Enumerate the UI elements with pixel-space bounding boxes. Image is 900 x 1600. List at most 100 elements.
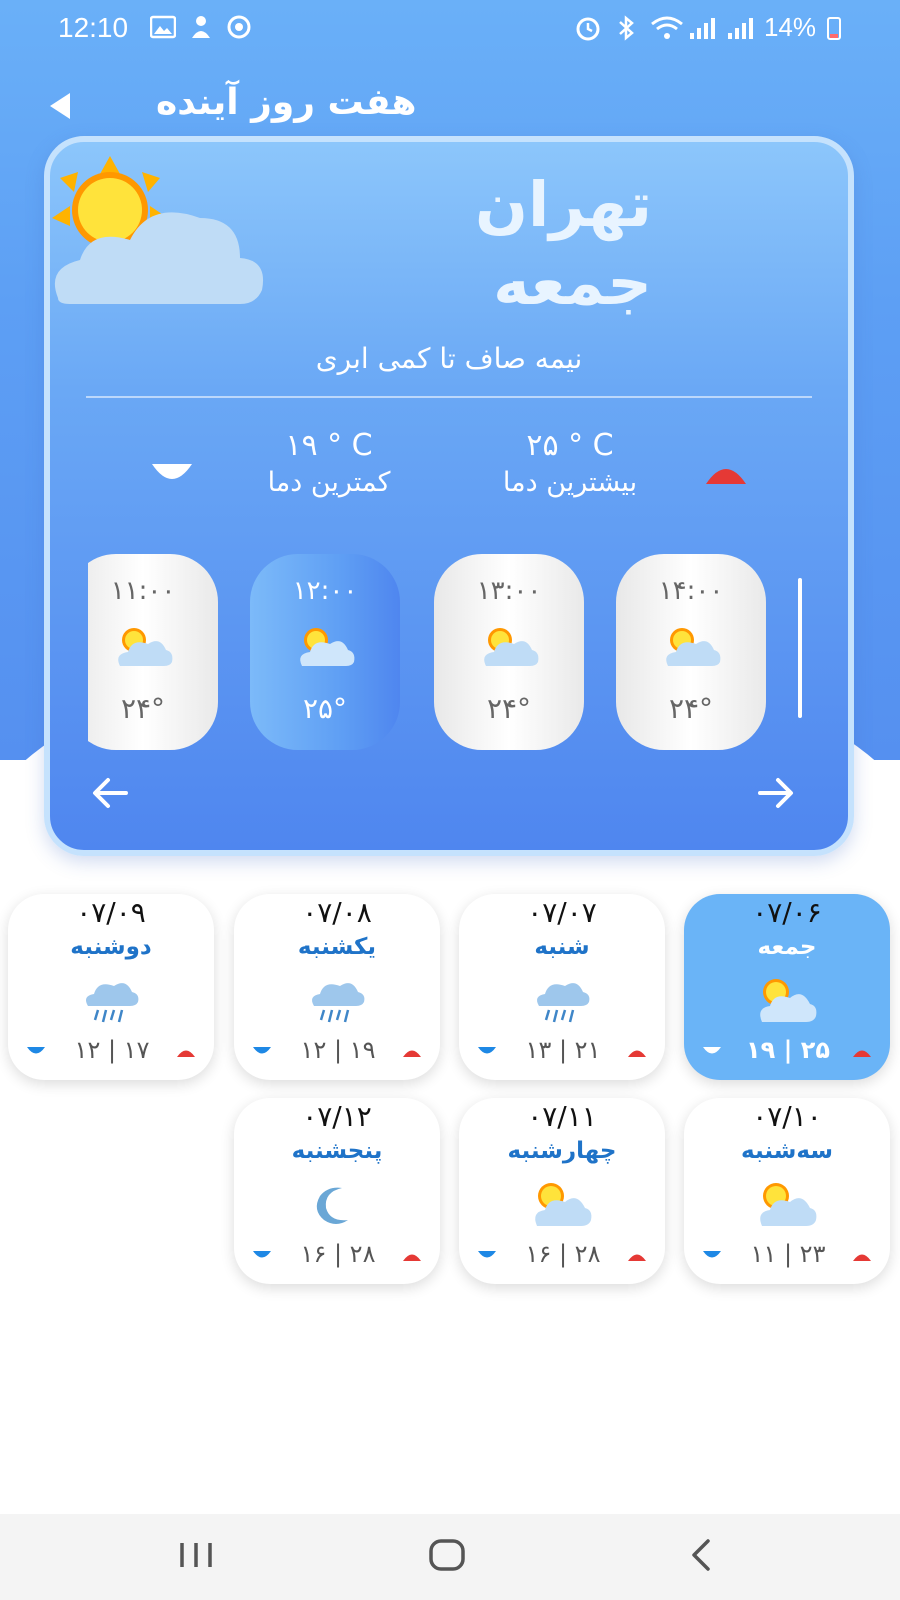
partly-cloudy-icon: [760, 979, 817, 1022]
today-forecast-card: تهران جمعه نیمه صاف تا کمی ابری ۲۵ ° C ب…: [44, 136, 854, 856]
partly-cloudy-icon: [300, 628, 355, 666]
partly-cloudy-icon: [118, 628, 173, 666]
wifi-icon: [650, 15, 683, 41]
hour-time: ۱۲:۰۰: [292, 576, 358, 606]
partly-cloudy-icon: [535, 1183, 592, 1226]
min-arrow-icon: [703, 1251, 721, 1258]
user-icon: [188, 14, 214, 40]
day-card[interactable]: ۰۷/۱۲ پنجشنبه ۱۶ | ۲۸: [234, 1098, 440, 1284]
max-arrow-icon: [628, 1050, 646, 1057]
rain-icon: [312, 983, 365, 1023]
min-temp-block: ۱۹ ° C کمترین دما: [244, 428, 414, 498]
bluetooth-icon: [612, 14, 640, 41]
day-temp-range: ۱۲ | ۱۹: [300, 1036, 376, 1064]
day-name: چهارشنبه: [507, 1138, 617, 1164]
day-temp-range: ۱۱ | ۲۳: [750, 1240, 826, 1268]
day-name: پنجشنبه: [291, 1138, 383, 1164]
day-temp-range: ۱۶ | ۲۸: [525, 1240, 601, 1268]
max-arrow-icon: [177, 1050, 195, 1057]
day-date: ۰۷/۰۹: [76, 896, 146, 929]
partly-cloudy-icon: [52, 156, 264, 304]
day-card[interactable]: ۰۷/۰۷ شنبه ۱۳ | ۲۱: [459, 894, 665, 1080]
back-nav-icon[interactable]: [688, 1538, 714, 1572]
back-button[interactable]: [44, 90, 76, 122]
min-arrow-icon: [478, 1251, 496, 1258]
max-arrow-icon: [403, 1254, 421, 1261]
day-card[interactable]: ۰۷/۱۱ چهارشنبه ۱۶ | ۲۸: [459, 1098, 665, 1284]
min-temp-value: ۱۹ ° C: [285, 428, 373, 463]
scroll-left-arrow-icon[interactable]: [90, 776, 130, 810]
max-temp-arrow-icon: [706, 469, 746, 484]
page-title: هفت روز آینده: [156, 82, 417, 123]
min-arrow-icon: [27, 1047, 45, 1054]
day-name: شنبه: [534, 934, 590, 960]
day-card-selected[interactable]: ۰۷/۰۶ جمعه ۱۹ | ۲۵: [684, 894, 890, 1080]
min-arrow-icon: [253, 1047, 271, 1054]
moon-icon: [316, 1187, 348, 1224]
day-date: ۰۷/۱۲: [302, 1100, 372, 1133]
scroll-right-arrow-icon[interactable]: [756, 776, 796, 810]
hour-time: ۱۴:۰۰: [658, 576, 724, 606]
next-hour-card-edge: [798, 578, 802, 718]
max-arrow-icon: [628, 1254, 646, 1261]
max-temp-value: ۲۵ ° C: [526, 428, 614, 463]
hour-temp: ۲۴°: [120, 692, 166, 725]
day-card[interactable]: ۰۷/۱۰ سه‌شنبه ۱۱ | ۲۳: [684, 1098, 890, 1284]
recent-apps-icon[interactable]: [176, 1540, 216, 1570]
status-bar: 12:10 14%: [0, 0, 900, 58]
day-date: ۰۷/۱۱: [527, 1100, 597, 1133]
sync-icon: [226, 14, 252, 40]
divider: [86, 396, 812, 398]
city-name: تهران: [475, 168, 652, 241]
battery-icon: [826, 15, 842, 41]
hour-card[interactable]: ۱۴:۰۰ ۲۴°: [616, 554, 766, 750]
min-temp-arrow-icon: [152, 464, 192, 479]
day-card[interactable]: ۰۷/۰۹ دوشنبه ۱۲ | ۱۷: [8, 894, 214, 1080]
day-temp-range: ۱۹ | ۲۵: [745, 1036, 831, 1064]
battery-percent: 14%: [763, 12, 816, 42]
hour-card-selected[interactable]: ۱۲:۰۰ ۲۵°: [250, 554, 400, 750]
signal-icon: [688, 15, 716, 41]
day-card[interactable]: ۰۷/۰۸ یکشنبه ۱۲ | ۱۹: [234, 894, 440, 1080]
status-notification-icons: [149, 14, 252, 40]
today-day-name: جمعه: [493, 246, 652, 319]
hourly-forecast-strip[interactable]: ۱۴:۰۰ ۲۴° ۱۳:۰۰ ۲۴° ۱۲:۰۰ ۲۵° ۱۱:۰۰ ۲۴°: [88, 548, 808, 758]
day-temp-range: ۱۶ | ۲۸: [300, 1240, 376, 1268]
status-time: 12:10: [58, 12, 129, 43]
partly-cloudy-icon: [484, 628, 539, 666]
hour-card[interactable]: ۱۱:۰۰ ۲۴°: [88, 554, 218, 750]
day-temp-range: ۱۲ | ۱۷: [74, 1036, 150, 1064]
max-temp-block: ۲۵ ° C بیشترین دما: [470, 428, 670, 498]
hour-temp: ۲۴°: [486, 692, 532, 725]
lte-signal-icon: [726, 15, 754, 41]
hour-temp: ۲۵°: [302, 692, 348, 725]
day-name: دوشنبه: [70, 934, 152, 960]
day-date: ۰۷/۰۸: [302, 896, 372, 929]
hour-time: ۱۱:۰۰: [110, 576, 176, 606]
status-system-icons: 14%: [574, 12, 842, 43]
home-icon[interactable]: [428, 1538, 466, 1572]
day-name: سه‌شنبه: [741, 1138, 833, 1164]
system-nav-bar: [0, 1514, 900, 1600]
partly-cloudy-icon: [666, 628, 721, 666]
day-temp-range: ۱۳ | ۲۱: [525, 1036, 601, 1064]
min-arrow-icon: [478, 1047, 496, 1054]
min-arrow-icon: [253, 1251, 271, 1258]
partly-cloudy-icon: [760, 1183, 817, 1226]
min-temp-label: کمترین دما: [267, 467, 391, 498]
day-date: ۰۷/۰۷: [527, 896, 597, 929]
rain-icon: [86, 983, 139, 1023]
day-date: ۰۷/۰۶: [752, 896, 822, 929]
day-name: جمعه: [757, 934, 817, 960]
weather-condition: نیمه صاف تا کمی ابری: [315, 342, 583, 375]
hour-time: ۱۳:۰۰: [476, 576, 542, 606]
max-arrow-icon: [853, 1254, 871, 1261]
day-name: یکشنبه: [297, 934, 377, 960]
alarm-icon: [574, 15, 602, 41]
gallery-icon: [149, 14, 177, 40]
hour-temp: ۲۴°: [668, 692, 714, 725]
rain-icon: [537, 983, 590, 1023]
max-temp-label: بیشترین دما: [502, 467, 638, 498]
min-arrow-icon: [703, 1047, 721, 1054]
hour-card[interactable]: ۱۳:۰۰ ۲۴°: [434, 554, 584, 750]
